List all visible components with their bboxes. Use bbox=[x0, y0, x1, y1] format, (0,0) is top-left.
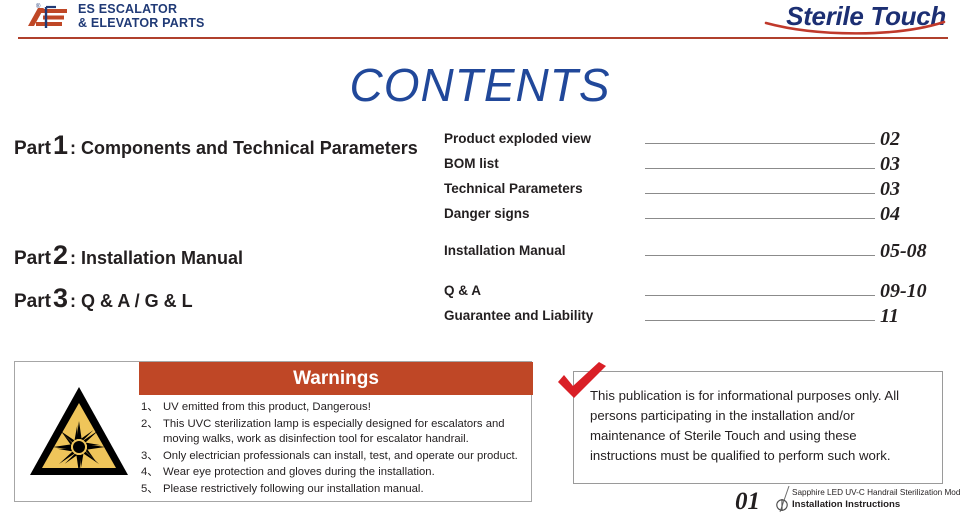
header-divider bbox=[18, 37, 948, 39]
toc-row[interactable]: BOM list 03 bbox=[444, 153, 950, 176]
warning-item-text: This UVC sterilization lamp is especiall… bbox=[163, 417, 505, 446]
logo-line-2: & ELEVATOR PARTS bbox=[78, 16, 205, 30]
part-label-3: : Q & A / G & L bbox=[70, 291, 193, 311]
toc-leader-line bbox=[645, 143, 875, 144]
warning-item-text: Wear eye protection and gloves during th… bbox=[163, 466, 435, 479]
part-entry-3: Part3: Q & A / G & L bbox=[14, 283, 193, 314]
warning-item-number: 5、 bbox=[141, 482, 159, 495]
warning-item-number: 3、 bbox=[141, 449, 159, 462]
part-word-3: Part bbox=[14, 291, 51, 312]
warnings-list: 1、 UV emitted from this product, Dangero… bbox=[141, 400, 533, 498]
toc-row[interactable]: Product exploded view 02 bbox=[444, 128, 950, 151]
warning-item-text: Please restrictively following our insta… bbox=[163, 482, 424, 495]
toc-row[interactable]: Guarantee and Liability 11 bbox=[444, 305, 950, 328]
warnings-panel: Warnings 1、 UV emitted from this product… bbox=[14, 361, 533, 502]
part-number-2: 2 bbox=[52, 240, 68, 270]
part-number-1: 1 bbox=[52, 130, 68, 160]
toc-page-number: 11 bbox=[880, 305, 899, 327]
part-entry-2: Part2: Installation Manual bbox=[14, 240, 243, 271]
warning-item: 2、 This UVC sterilization lamp is especi… bbox=[141, 417, 533, 448]
warning-item: 5、 Please restrictively following our in… bbox=[141, 482, 533, 498]
warning-item: 3、 Only electrician professionals can in… bbox=[141, 449, 533, 465]
part-entry-1: Part1: Components and Technical Paramete… bbox=[14, 130, 418, 161]
toc-label: Technical Parameters bbox=[444, 181, 583, 196]
warning-item: 4、 Wear eye protection and gloves during… bbox=[141, 465, 533, 481]
toc-label: Danger signs bbox=[444, 206, 530, 221]
toc-page-number: 09-10 bbox=[880, 280, 927, 302]
toc-label: Product exploded view bbox=[444, 131, 592, 146]
toc-leader-line bbox=[645, 168, 875, 169]
part-word-2: Part bbox=[14, 248, 51, 269]
toc-leader-line bbox=[645, 193, 875, 194]
warning-item-number: 4、 bbox=[141, 466, 159, 479]
part-number-3: 3 bbox=[52, 283, 68, 313]
notice-panel: This publication is for informational pu… bbox=[573, 371, 943, 484]
footer-page-number: 01 bbox=[735, 488, 760, 515]
toc-row[interactable]: Installation Manual 05-08 bbox=[444, 240, 950, 263]
warning-item-number: 1、 bbox=[141, 401, 159, 413]
toc-row[interactable]: Technical Parameters 03 bbox=[444, 178, 950, 201]
toc-row[interactable]: Danger signs 04 bbox=[444, 203, 950, 226]
notice-text: This publication is for informational pu… bbox=[590, 388, 900, 464]
toc-row[interactable]: Q & A 09-10 bbox=[444, 280, 950, 303]
toc-page-number: 03 bbox=[880, 153, 900, 175]
toc-label: Guarantee and Liability bbox=[444, 308, 594, 323]
page-title: CONTENTS bbox=[349, 59, 611, 111]
page-header: ® ES ESCALATOR & ELEVATOR PARTS Sterile … bbox=[0, 0, 960, 44]
toc-label: BOM list bbox=[444, 156, 499, 171]
brand-logo: Sterile Touch bbox=[748, 0, 948, 38]
warning-item-number: 2、 bbox=[141, 417, 159, 430]
footer-subtitle: Sapphire LED UV-C Handrail Sterilization… bbox=[792, 488, 960, 497]
uv-radiation-hazard-triangle-icon bbox=[23, 368, 135, 494]
toc-leader-line bbox=[645, 218, 875, 219]
part-label-1: : Components and Technical Parameters bbox=[70, 138, 418, 158]
warning-item-text: Only electrician professionals can insta… bbox=[163, 449, 518, 462]
warnings-header-bar: Warnings bbox=[139, 362, 533, 395]
toc-page-number: 04 bbox=[880, 203, 900, 225]
toc-leader-line bbox=[645, 295, 875, 296]
toc-page-number: 02 bbox=[880, 128, 900, 150]
toc-leader-line bbox=[645, 320, 875, 321]
toc-label: Installation Manual bbox=[444, 243, 566, 258]
page-footer: 01 Sapphire LED UV-C Handrail Sterilizat… bbox=[735, 486, 960, 524]
warning-item: 1、 UV emitted from this product, Dangero… bbox=[141, 400, 533, 416]
toc-label: Q & A bbox=[444, 283, 481, 298]
toc-page-number: 03 bbox=[880, 178, 900, 200]
company-logo: ® ES ESCALATOR & ELEVATOR PARTS bbox=[22, 1, 205, 31]
warning-item-text: UV emitted from this product, Dangerous! bbox=[163, 401, 371, 413]
brand-swoosh-icon bbox=[764, 20, 946, 35]
toc-leader-line bbox=[645, 255, 875, 256]
red-check-icon bbox=[558, 362, 606, 398]
logo-line-1: ES ESCALATOR bbox=[78, 2, 178, 16]
part-label-2: : Installation Manual bbox=[70, 248, 244, 268]
warnings-title: Warnings bbox=[293, 367, 379, 389]
footer-title: Installation Instructions bbox=[792, 498, 901, 510]
es-logo-mark-icon: ® bbox=[22, 1, 74, 31]
toc-page-number: 05-08 bbox=[880, 240, 927, 262]
part-word-1: Part bbox=[14, 138, 51, 159]
